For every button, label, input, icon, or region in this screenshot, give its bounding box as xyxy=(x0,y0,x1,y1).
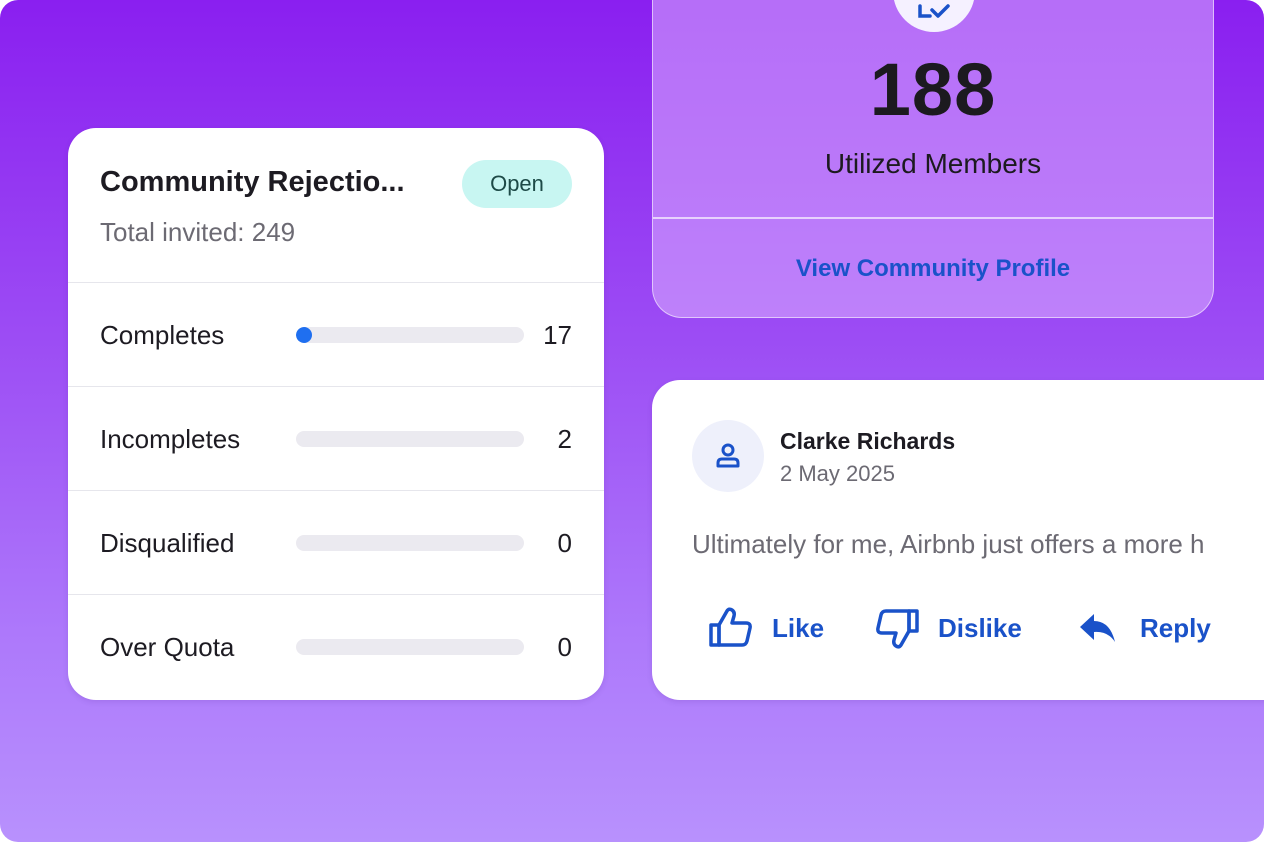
metric-progress-fill xyxy=(296,327,312,343)
thumbs-down-icon xyxy=(876,609,919,649)
like-label: Like xyxy=(772,612,825,643)
metric-progress-bar xyxy=(296,431,524,447)
members-check-icon xyxy=(918,4,950,18)
metric-value: 2 xyxy=(557,424,572,454)
members-badge xyxy=(893,0,975,32)
metric-value: 17 xyxy=(543,320,572,350)
comment-text: Ultimately for me, Airbnb just offers a … xyxy=(692,529,1205,559)
metric-row-completes: Completes 17 xyxy=(68,283,604,387)
dislike-label: Dislike xyxy=(938,612,1022,643)
metric-label: Incompletes xyxy=(100,424,241,454)
reply-button[interactable]: Reply xyxy=(1078,606,1211,650)
members-count: 188 xyxy=(869,48,997,131)
survey-card[interactable]: Community Rejectio... Total invited: 249… xyxy=(68,128,604,700)
metric-progress-bar xyxy=(296,327,524,343)
user-icon xyxy=(716,443,740,468)
metric-value: 0 xyxy=(557,632,572,662)
thumbs-up-icon xyxy=(709,607,752,647)
view-community-profile-link[interactable]: View Community Profile xyxy=(653,255,1213,283)
author-name[interactable]: Clarke Richards xyxy=(780,428,955,455)
status-badge: Open xyxy=(462,160,572,208)
metric-value: 0 xyxy=(557,528,572,558)
like-button[interactable]: Like xyxy=(708,606,824,650)
metric-row-disqualified: Disqualified 0 xyxy=(68,491,604,595)
survey-title[interactable]: Community Rejectio... xyxy=(100,166,445,199)
dislike-button[interactable]: Dislike xyxy=(874,606,1022,650)
survey-header: Community Rejectio... Total invited: 249… xyxy=(68,128,604,283)
metric-progress-bar xyxy=(296,535,524,551)
comment-date: 2 May 2025 xyxy=(780,461,895,486)
members-label: Utilized Members xyxy=(824,148,1042,179)
survey-total-invited: Total invited: 249 xyxy=(100,217,296,247)
metric-progress-bar xyxy=(296,639,524,655)
metric-row-over-quota: Over Quota 0 xyxy=(68,595,604,699)
metric-label: Disqualified xyxy=(100,528,235,558)
metric-label: Over Quota xyxy=(100,632,235,662)
background-stage: Community Rejectio... Total invited: 249… xyxy=(0,0,1264,842)
members-card: 188 Utilized Members View Community Prof… xyxy=(652,0,1214,318)
reply-icon xyxy=(1080,614,1115,642)
divider xyxy=(653,217,1213,219)
reply-label: Reply xyxy=(1140,612,1211,643)
avatar[interactable] xyxy=(692,420,764,492)
metric-row-incompletes: Incompletes 2 xyxy=(68,387,604,491)
comment-card: Clarke Richards 2 May 2025 Ultimately fo… xyxy=(652,380,1264,700)
metric-label: Completes xyxy=(100,320,225,350)
